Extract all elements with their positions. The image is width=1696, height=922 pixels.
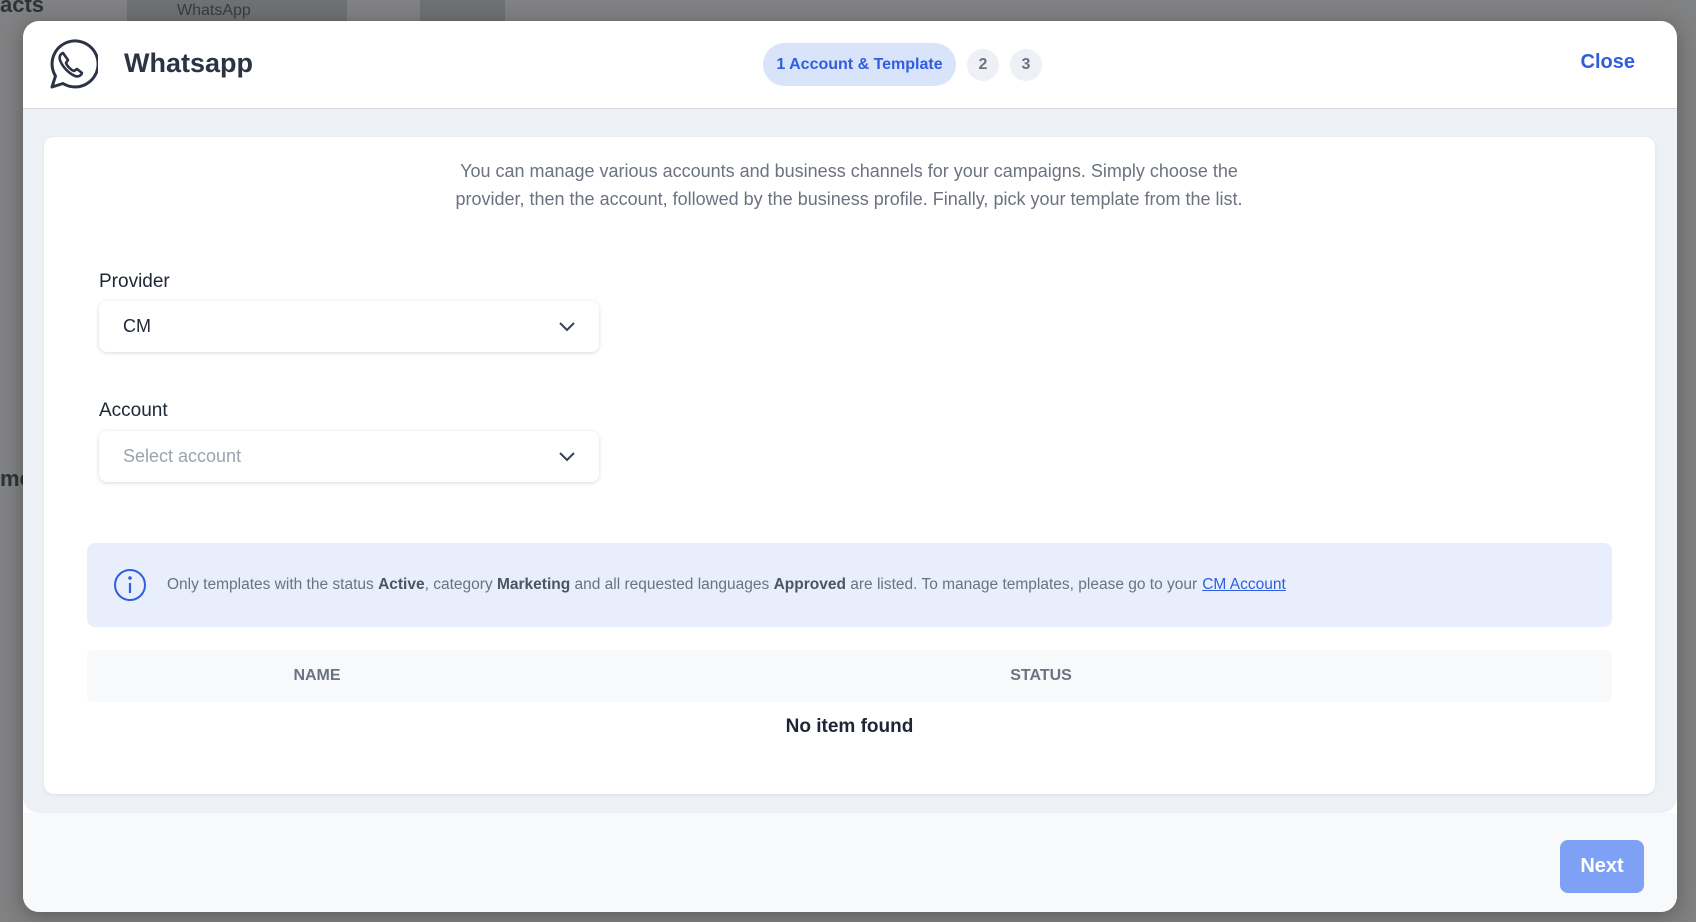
column-name: NAME <box>293 667 341 684</box>
step-1-account-template[interactable]: 1 Account & Template <box>763 43 956 86</box>
modal-title: Whatsapp <box>124 48 254 78</box>
info-icon <box>114 569 146 601</box>
cm-account-link[interactable]: CM Account <box>1202 576 1286 594</box>
provider-label: Provider <box>99 271 170 292</box>
modal-header: Whatsapp 1 Account & Template 2 3 Close <box>23 21 1677 109</box>
close-button[interactable]: Close <box>1581 51 1635 74</box>
account-select[interactable]: Select account <box>99 431 599 482</box>
column-status: STATUS <box>1010 667 1072 684</box>
content-card: You can manage various accounts and busi… <box>44 137 1655 794</box>
provider-value: CM <box>123 316 151 336</box>
provider-select[interactable]: CM <box>99 301 599 352</box>
account-placeholder: Select account <box>123 446 242 466</box>
next-button[interactable]: Next <box>1560 840 1644 893</box>
info-text: Only templates with the status Active, c… <box>167 576 1198 593</box>
whatsapp-modal: Whatsapp 1 Account & Template 2 3 Close … <box>23 21 1677 912</box>
info-banner: Only templates with the status Active, c… <box>87 543 1612 627</box>
step-2[interactable]: 2 <box>967 49 999 81</box>
background-text: acts <box>0 0 45 17</box>
account-label: Account <box>99 400 168 421</box>
table-header: NAME STATUS <box>87 650 1612 702</box>
description: You can manage various accounts and busi… <box>455 161 1243 209</box>
step-3[interactable]: 3 <box>1010 49 1042 81</box>
empty-state: No item found <box>785 716 914 737</box>
modal-footer: Next <box>23 813 1677 912</box>
chevron-down-icon <box>559 451 575 461</box>
whatsapp-icon <box>50 39 98 89</box>
modal-body: You can manage various accounts and busi… <box>23 109 1677 813</box>
chevron-down-icon <box>559 321 575 331</box>
